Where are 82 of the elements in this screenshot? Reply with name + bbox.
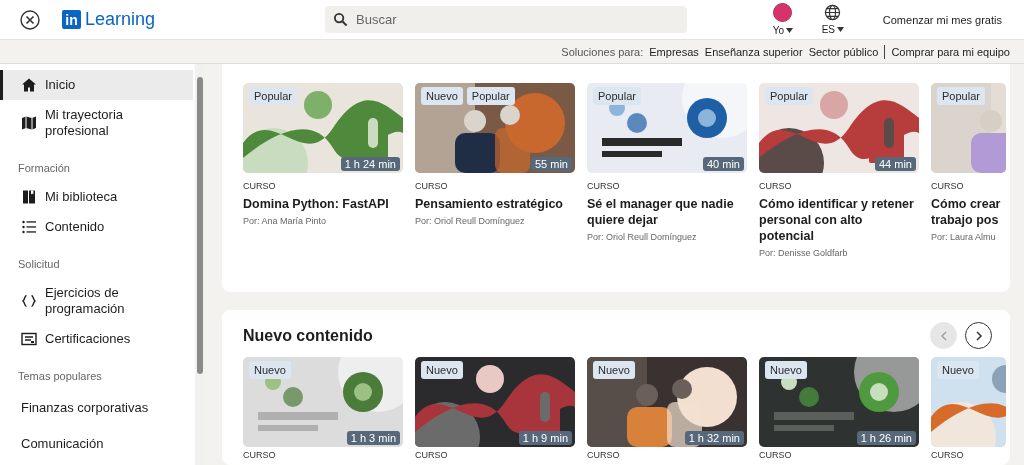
certificate-icon [21,331,37,347]
course-type: CURSO [759,181,793,191]
sidebar-item[interactable]: Mi trayectoria profesional [0,100,193,146]
course-type: CURSO [759,450,793,460]
sidebar-item[interactable]: Mi biblioteca [0,182,193,212]
course-title[interactable]: Cómo crear trabajo pos [931,196,1006,228]
sidebar-item[interactable]: Certificaciones [0,324,193,354]
section-heading: Solicitud [17,258,61,270]
caret-icon [785,28,793,33]
duration-badge: 1 h 26 min [856,431,916,445]
course-type: CURSO [243,450,277,460]
course-type: CURSO [243,181,277,191]
next-button[interactable] [965,322,992,349]
section-title: Nuevo contenido [243,326,373,345]
duration-badge: 40 min [702,157,744,171]
solutions-link[interactable]: Sector público [808,45,879,58]
topic-link[interactable]: Finanzas corporativas [0,390,193,426]
course-author: Por: Denisse Goldfarb [759,248,849,258]
sidebar-label: Contenido [45,219,105,235]
course-author: Por: Oriol Reull Domínguez [587,232,698,242]
course-type: CURSO [415,181,449,191]
chevron-icon [973,330,984,341]
caret-icon [836,27,844,32]
sidebar-item[interactable]: Ejercicios de programación [0,278,193,324]
sidebar-label: Mi biblioteca [45,189,118,205]
course-title[interactable]: Sé el manager que nadie quiere dejar [587,196,747,228]
sidebar-label: Ejercicios de programación [45,285,126,317]
sidebar-label: Mi trayectoria profesional [45,107,125,139]
course-author: Por: Laura Almu [931,232,997,242]
logo-text: Learning [85,9,156,30]
free-trial-link[interactable]: Comenzar mi mes gratis [874,9,1010,30]
course-badge: Nuevo [421,87,463,105]
sidebar-item[interactable]: Contenido [0,212,193,242]
duration-badge: 1 h 3 min [346,431,400,445]
course-author: Por: Ana María Pinto [243,216,328,226]
course-type: CURSO [931,450,965,460]
search-icon [333,12,349,27]
solutions-link[interactable]: Comprar para mi equipo [891,45,1010,58]
course-badge: Nuevo [421,361,463,379]
course-badge: Popular [466,87,515,105]
sidebar-label: Certificaciones [45,331,131,347]
section-heading: Formación [17,162,71,174]
course-type: CURSO [931,181,965,191]
course-badge: Nuevo [593,361,635,379]
course-title[interactable]: Pensamiento estratégico [415,196,575,212]
course-badge: Popular [937,87,985,105]
course-badge: Popular [765,87,813,105]
map-icon [21,115,37,131]
duration-badge: 1 h 24 min [340,157,400,171]
course-badge: Popular [249,87,297,105]
course-badge: Nuevo [937,361,979,379]
course-badge: Nuevo [765,361,807,379]
home-icon [21,77,37,93]
list-icon [21,219,37,235]
book-icon [21,189,37,205]
duration-badge: 1 h 9 min [518,431,572,445]
sidebar-label: Inicio [45,77,76,93]
duration-badge: 55 min [530,157,572,171]
language-label[interactable]: ES [821,24,835,35]
logo-mark: in [62,10,81,29]
topic-link[interactable]: Comunicación [0,426,193,462]
course-title[interactable]: Cómo identificar y retener personal con alto potencial [759,196,919,244]
braces-icon [21,293,37,309]
section-heading: Temas populares [17,370,103,382]
solutions-label: Soluciones para: [561,45,644,58]
course-type: CURSO [587,181,621,191]
course-badge: Nuevo [249,361,291,379]
course-badge: Popular [593,87,641,105]
course-type: CURSO [415,450,449,460]
sidebar-item[interactable]: Inicio [0,70,193,100]
course-author: Por: Oriol Reull Domínguez [415,216,526,226]
avatar[interactable] [773,3,793,22]
solutions-link[interactable]: Empresas [649,45,699,58]
close-icon [20,9,40,30]
search-field[interactable]: Buscar [325,6,688,33]
course-type: CURSO [587,450,621,460]
profile-label[interactable]: Yo [772,25,784,36]
duration-badge: 44 min [874,157,916,171]
course-title[interactable]: Domina Python: FastAPI [243,196,403,212]
duration-badge: 1 h 32 min [684,431,744,445]
solutions-link[interactable]: Enseñanza superior [704,45,803,58]
globe-icon [824,4,842,21]
